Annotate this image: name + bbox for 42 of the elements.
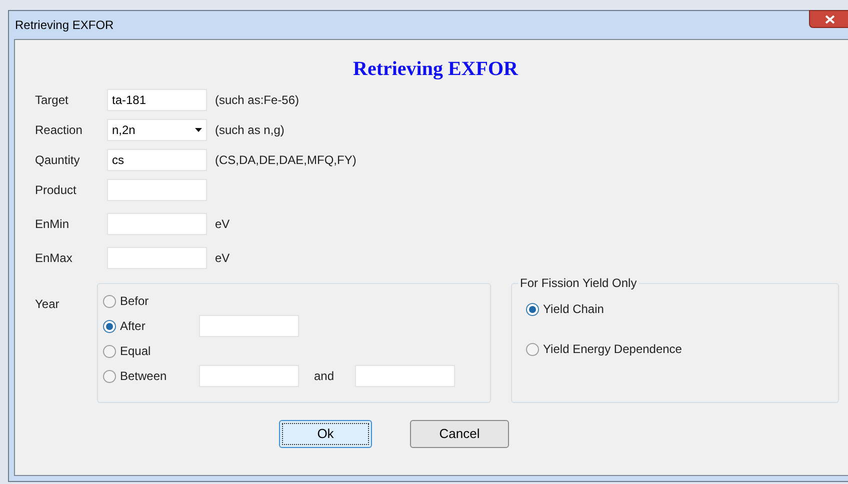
field-label: Reaction: [34, 122, 84, 139]
radio-option[interactable]: Between: [103, 367, 199, 385]
input-field[interactable]: [107, 213, 207, 235]
radio-button[interactable]: [103, 294, 116, 308]
field-hint: (such as n,g): [215, 122, 284, 139]
caret-icon: [195, 128, 202, 132]
field-label: EnMin: [34, 216, 70, 233]
input-field[interactable]: [107, 247, 207, 269]
radio-button[interactable]: [103, 320, 116, 332]
field-label: Product: [34, 182, 78, 199]
field-label: EnMax: [34, 250, 74, 267]
dialog-button[interactable]: Ok: [279, 420, 372, 448]
field-hint: eV: [215, 216, 230, 233]
radio-option[interactable]: Befor: [103, 292, 199, 310]
radio-option[interactable]: Equal: [103, 342, 199, 360]
radio-button[interactable]: [526, 302, 539, 316]
input-field[interactable]: [199, 315, 299, 337]
window-title: Retrieving EXFOR: [15, 17, 114, 34]
field-label: Qauntity: [34, 152, 81, 169]
field-hint: (CS,DA,DE,DAE,MFQ,FY): [215, 152, 356, 169]
group-title: For Fission Yield Only: [518, 276, 639, 290]
radio-button[interactable]: [103, 370, 116, 382]
field-hint: eV: [215, 250, 230, 267]
close-icon: [825, 14, 835, 24]
input-field[interactable]: [355, 365, 455, 387]
radio-button[interactable]: [526, 342, 539, 356]
radio-button[interactable]: [103, 344, 116, 358]
radio-option[interactable]: After: [103, 317, 199, 335]
dialog-button[interactable]: Cancel: [410, 420, 509, 448]
input-field[interactable]: [107, 179, 207, 201]
radio-option[interactable]: Yield Chain: [526, 298, 838, 320]
input-field[interactable]: ta-181: [107, 89, 207, 111]
radio-option[interactable]: Yield Energy Dependence: [526, 338, 838, 360]
input-field[interactable]: [199, 365, 299, 387]
field-hint: (such as:Fe-56): [215, 92, 300, 109]
close-button[interactable]: [809, 10, 848, 28]
field-label: Target: [34, 92, 70, 109]
dropdown[interactable]: n,2n: [107, 119, 207, 141]
dialog-heading: Retrieving EXFOR: [353, 57, 518, 82]
input-field[interactable]: cs: [107, 149, 207, 171]
field-label: Year: [34, 296, 60, 313]
connector-label: and: [314, 368, 336, 385]
